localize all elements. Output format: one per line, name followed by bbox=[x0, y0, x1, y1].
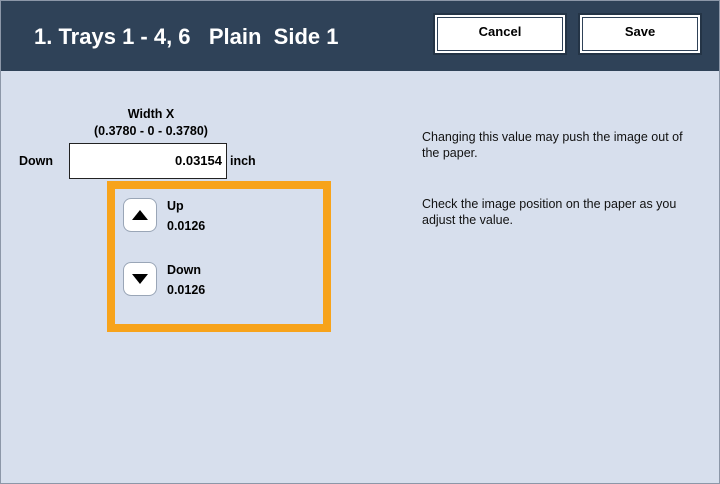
width-heading: Width X (0.3780 - 0 - 0.3780) bbox=[61, 106, 241, 140]
direction-label: Down bbox=[19, 154, 54, 168]
info-message-2: Check the image position on the paper as… bbox=[422, 197, 677, 227]
header-bar: 1. Trays 1 - 4, 6 Plain Side 1 Cancel Sa… bbox=[1, 1, 719, 71]
value-field[interactable]: 0.03154 bbox=[69, 143, 227, 179]
width-heading-label: Width X bbox=[127, 107, 175, 121]
down-label: Down bbox=[167, 263, 202, 277]
range-label: (0.3780 - 0 - 0.3780) bbox=[94, 124, 208, 138]
screen: 1. Trays 1 - 4, 6 Plain Side 1 Cancel Sa… bbox=[0, 0, 720, 484]
down-step-label: Down 0.0126 bbox=[167, 260, 205, 300]
info-message-1: Changing this value may push the image o… bbox=[422, 130, 683, 160]
unit-label: inch bbox=[230, 154, 256, 168]
save-button[interactable]: Save bbox=[578, 13, 702, 55]
up-increment: 0.0126 bbox=[167, 219, 206, 233]
triangle-down-icon bbox=[132, 274, 148, 284]
up-label: Up bbox=[167, 199, 184, 213]
page-title: 1. Trays 1 - 4, 6 Plain Side 1 bbox=[34, 24, 339, 49]
up-arrow-button[interactable] bbox=[123, 198, 157, 232]
up-step-label: Up 0.0126 bbox=[167, 196, 205, 236]
down-arrow-button[interactable] bbox=[123, 262, 157, 296]
triangle-up-icon bbox=[132, 210, 148, 220]
down-increment: 0.0126 bbox=[167, 283, 206, 297]
cancel-button[interactable]: Cancel bbox=[433, 13, 567, 55]
